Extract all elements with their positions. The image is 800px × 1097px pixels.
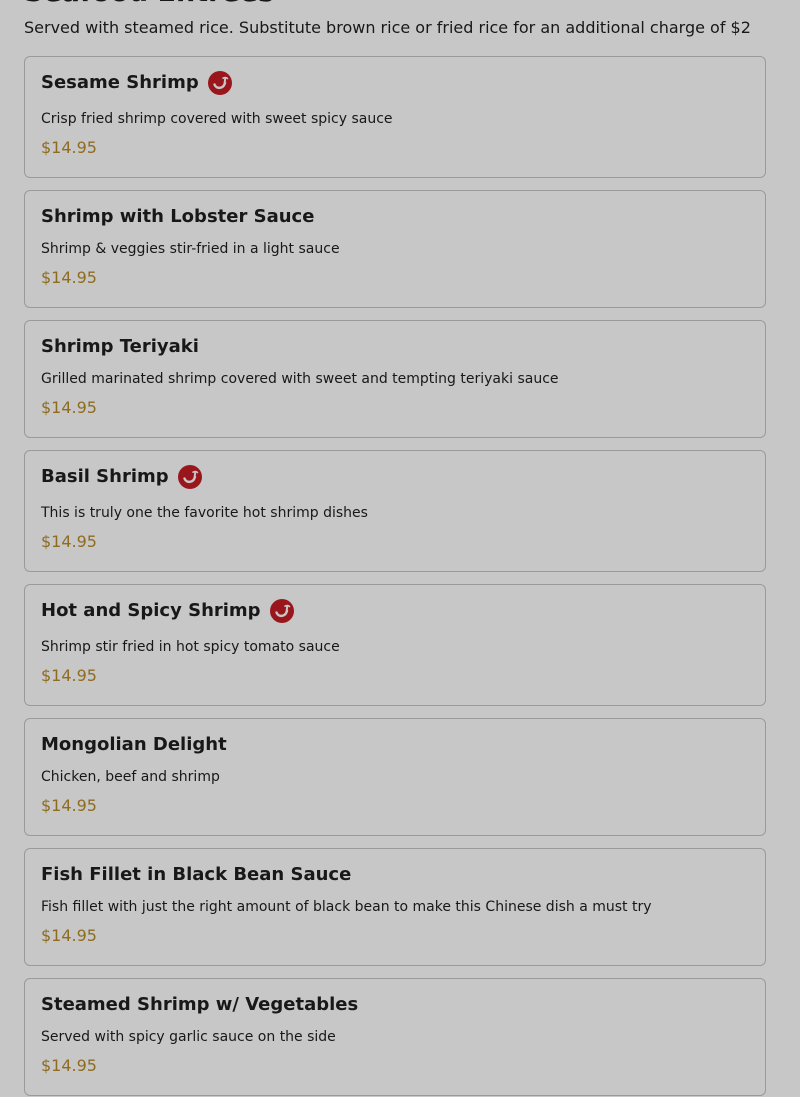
menu-item-header: Shrimp Teriyaki <box>41 334 199 360</box>
menu-item-name: Sesame Shrimp <box>41 72 199 93</box>
menu-item-price: $14.95 <box>41 796 97 815</box>
section-title: Seafood Entrees <box>24 0 274 8</box>
menu-item-description: Fish fillet with just the right amount o… <box>41 899 652 915</box>
menu-item-price: $14.95 <box>41 532 97 551</box>
menu-item-name: Fish Fillet in Black Bean Sauce <box>41 864 352 885</box>
menu-item-price: $14.95 <box>41 138 97 157</box>
menu-item-header: Shrimp with Lobster Sauce <box>41 204 314 230</box>
menu-item-header: Basil Shrimp <box>41 464 202 490</box>
menu-item-price: $14.95 <box>41 926 97 945</box>
menu-item-steamed-shrimp-vegetables[interactable]: Steamed Shrimp w/ Vegetables Served with… <box>24 978 766 1096</box>
menu-item-price: $14.95 <box>41 268 97 287</box>
menu-item-header: Sesame Shrimp <box>41 70 232 96</box>
menu-item-name: Mongolian Delight <box>41 734 227 755</box>
menu-item-hot-spicy-shrimp[interactable]: Hot and Spicy Shrimp Shrimp stir fried i… <box>24 584 766 706</box>
menu-item-description: Shrimp stir fried in hot spicy tomato sa… <box>41 639 340 655</box>
menu-item-name: Hot and Spicy Shrimp <box>41 600 261 621</box>
menu-item-mongolian-delight[interactable]: Mongolian Delight Chicken, beef and shri… <box>24 718 766 836</box>
menu-item-header: Mongolian Delight <box>41 732 227 758</box>
menu-item-fish-fillet-black-bean[interactable]: Fish Fillet in Black Bean Sauce Fish fil… <box>24 848 766 966</box>
menu-page: Seafood Entrees Served with steamed rice… <box>0 0 800 1097</box>
menu-item-header: Fish Fillet in Black Bean Sauce <box>41 862 351 888</box>
menu-item-description: Chicken, beef and shrimp <box>41 769 220 785</box>
menu-item-sesame-shrimp[interactable]: Sesame Shrimp Crisp fried shrimp covered… <box>24 56 766 178</box>
menu-item-description: Shrimp & veggies stir-fried in a light s… <box>41 241 340 257</box>
menu-item-basil-shrimp[interactable]: Basil Shrimp This is truly one the favor… <box>24 450 766 572</box>
menu-item-shrimp-lobster-sauce[interactable]: Shrimp with Lobster Sauce Shrimp & veggi… <box>24 190 766 308</box>
menu-item-description: Grilled marinated shrimp covered with sw… <box>41 371 559 387</box>
menu-item-description: Crisp fried shrimp covered with sweet sp… <box>41 111 393 127</box>
menu-item-description: Served with spicy garlic sauce on the si… <box>41 1029 336 1045</box>
menu-item-price: $14.95 <box>41 398 97 417</box>
menu-item-price: $14.95 <box>41 666 97 685</box>
section-description: Served with steamed rice. Substitute bro… <box>24 18 751 37</box>
chili-pepper-icon <box>207 71 232 95</box>
menu-item-name: Shrimp Teriyaki <box>41 336 199 357</box>
menu-item-header: Steamed Shrimp w/ Vegetables <box>41 992 358 1018</box>
chili-pepper-icon <box>269 599 294 623</box>
menu-item-shrimp-teriyaki[interactable]: Shrimp Teriyaki Grilled marinated shrimp… <box>24 320 766 438</box>
menu-item-name: Basil Shrimp <box>41 466 169 487</box>
menu-item-description: This is truly one the favorite hot shrim… <box>41 505 368 521</box>
menu-item-price: $14.95 <box>41 1056 97 1075</box>
menu-item-header: Hot and Spicy Shrimp <box>41 598 294 624</box>
menu-item-name: Shrimp with Lobster Sauce <box>41 206 315 227</box>
chili-pepper-icon <box>177 465 202 489</box>
menu-item-name: Steamed Shrimp w/ Vegetables <box>41 994 359 1015</box>
